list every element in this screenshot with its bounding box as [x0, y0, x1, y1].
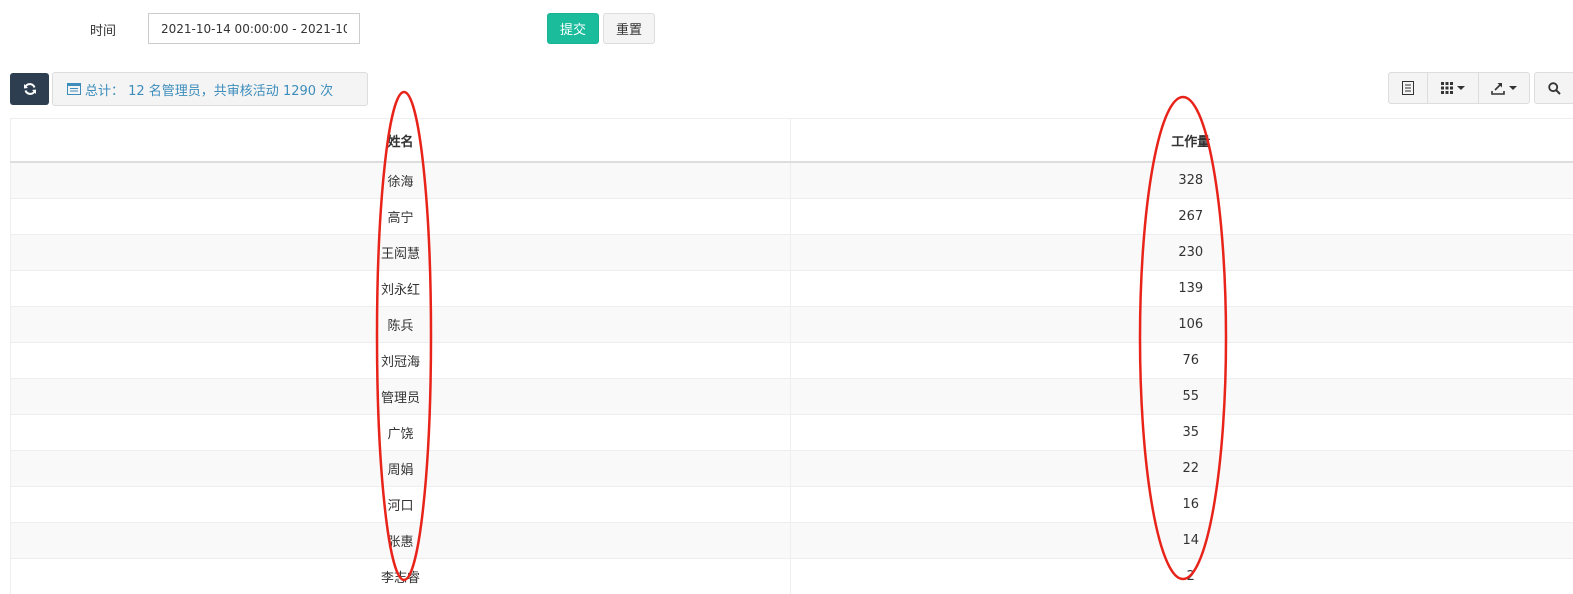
cell-workload: 230 — [791, 235, 1573, 271]
cell-name: 刘冠海 — [11, 343, 791, 379]
table-row: 周娟22 — [11, 451, 1573, 487]
cell-name: 王闳慧 — [11, 235, 791, 271]
column-header-name[interactable]: 姓名 — [11, 119, 791, 163]
summary-button[interactable]: 总计： 12 名管理员，共审核活动 1290 次 — [52, 72, 368, 106]
toggle-view-icon — [1402, 81, 1414, 95]
cell-name: 周娟 — [11, 451, 791, 487]
summary-text: 总计： 12 名管理员，共审核活动 1290 次 — [85, 80, 333, 99]
time-range-input[interactable] — [148, 13, 360, 44]
columns-grid-icon — [1441, 82, 1453, 94]
cell-workload: 22 — [791, 451, 1573, 487]
table-row: 李志睿2 — [11, 559, 1573, 594]
table-tools — [1388, 72, 1530, 104]
refresh-icon — [23, 82, 37, 96]
cell-name: 河口 — [11, 487, 791, 523]
list-alt-icon — [67, 83, 81, 95]
search-button[interactable] — [1534, 72, 1573, 104]
table-row: 河口16 — [11, 487, 1573, 523]
cell-workload: 55 — [791, 379, 1573, 415]
cell-workload: 139 — [791, 271, 1573, 307]
cell-workload: 106 — [791, 307, 1573, 343]
time-filter-label: 时间 — [90, 20, 116, 39]
cell-workload: 14 — [791, 523, 1573, 559]
toggle-view-button[interactable] — [1389, 73, 1428, 103]
table-row: 徐海328 — [11, 162, 1573, 199]
table-row: 刘永红139 — [11, 271, 1573, 307]
table-row: 高宁267 — [11, 199, 1573, 235]
chevron-down-icon — [1457, 86, 1465, 90]
cell-workload: 16 — [791, 487, 1573, 523]
workload-table: 姓名 工作量 徐海328 高宁267 王闳慧230 刘永红139 陈兵106 刘… — [10, 118, 1573, 594]
export-dropdown[interactable] — [1479, 73, 1529, 103]
submit-button[interactable]: 提交 — [547, 13, 599, 44]
cell-name: 张惠 — [11, 523, 791, 559]
cell-name: 陈兵 — [11, 307, 791, 343]
cell-workload: 35 — [791, 415, 1573, 451]
columns-dropdown[interactable] — [1428, 73, 1479, 103]
search-icon — [1548, 82, 1561, 95]
chevron-down-icon — [1509, 86, 1517, 90]
table-row: 管理员55 — [11, 379, 1573, 415]
table-row: 刘冠海76 — [11, 343, 1573, 379]
cell-name: 管理员 — [11, 379, 791, 415]
cell-workload: 76 — [791, 343, 1573, 379]
table-header-row: 姓名 工作量 — [11, 119, 1573, 163]
cell-workload: 328 — [791, 162, 1573, 199]
cell-workload: 267 — [791, 199, 1573, 235]
table-row: 陈兵106 — [11, 307, 1573, 343]
cell-name: 徐海 — [11, 162, 791, 199]
export-icon — [1491, 82, 1505, 95]
table-row: 广饶35 — [11, 415, 1573, 451]
cell-name: 刘永红 — [11, 271, 791, 307]
cell-name: 广饶 — [11, 415, 791, 451]
reset-button[interactable]: 重置 — [603, 13, 655, 44]
table-row: 王闳慧230 — [11, 235, 1573, 271]
cell-name: 高宁 — [11, 199, 791, 235]
table-row: 张惠14 — [11, 523, 1573, 559]
refresh-button[interactable] — [10, 73, 49, 105]
cell-name: 李志睿 — [11, 559, 791, 594]
cell-workload: 2 — [791, 559, 1573, 594]
column-header-workload[interactable]: 工作量 — [791, 119, 1573, 163]
